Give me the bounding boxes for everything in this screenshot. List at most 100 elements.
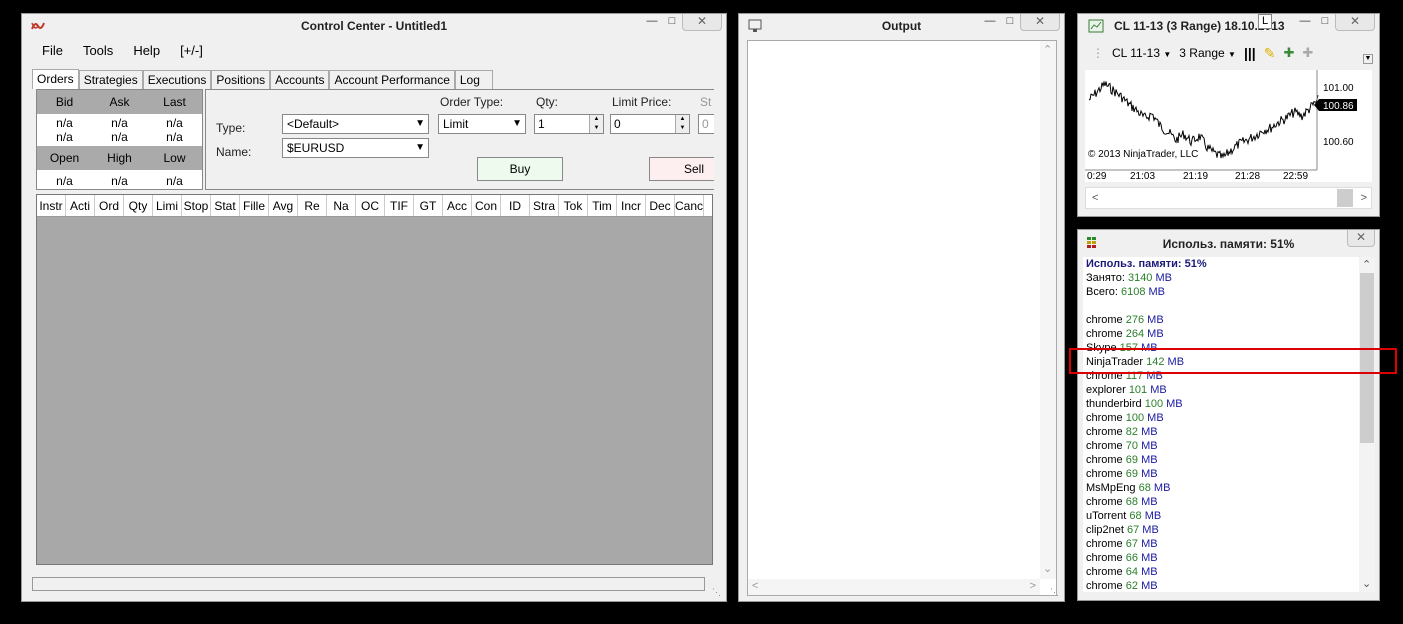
tab-positions[interactable]: Positions [211,70,271,89]
tab-executions[interactable]: Executions [142,70,212,89]
memory-titlebar[interactable]: Использ. памяти: 51% ✕ [1078,230,1379,254]
scroll-right-icon[interactable]: > [1361,192,1367,204]
tab-accounts[interactable]: Accounts [270,70,330,89]
scroll-down-icon[interactable]: ⌄ [1043,562,1052,575]
column-header[interactable]: GT [414,195,443,216]
type-select[interactable]: <Default> ▼ [282,114,429,134]
column-header[interactable]: ID [501,195,530,216]
vertical-scrollbar[interactable]: ⌃ ⌄ [1040,41,1056,579]
time-tick: 21:03 [1130,171,1155,182]
price-tick: 100.60 [1323,137,1354,148]
scroll-left-icon[interactable]: < [1092,192,1098,204]
orders-grid-header: Instr Acti Ord Qty Limi Stop Stat Fille Avg Re Na O… [37,195,712,217]
chart-horizontal-scrollbar[interactable]: < > [1085,187,1372,209]
vertical-scrollbar[interactable]: ⌃ ⌄ [1359,257,1375,592]
minimize-icon[interactable]: — [1295,14,1315,31]
orders-grid[interactable]: Instr Acti Ord Qty Limi Stop Stat Fille Avg Re Na O… [36,194,713,565]
instrument-selector[interactable]: CL 11-13 ▼ [1112,46,1171,60]
tab-log[interactable]: Log [454,70,493,89]
minimize-icon[interactable]: — [980,14,1000,31]
highlight-box [1069,348,1397,374]
copyright-text: © 2013 NinjaTrader, LLC [1088,149,1198,160]
unit: MB [1153,482,1171,494]
column-header[interactable]: Fille [240,195,269,216]
remove-indicator-icon[interactable]: ✚ [1302,45,1313,61]
scroll-right-icon[interactable]: > [1030,580,1036,592]
spin-arrows-icon[interactable]: ▲ ▼ [675,115,689,133]
process-memory: 64 [1125,566,1138,578]
column-header[interactable]: Dec [646,195,675,216]
close-icon[interactable]: ✕ [682,14,722,31]
output-text-area[interactable]: ⌃ ⌄ < > [747,40,1057,596]
name-select[interactable]: $EURUSD ▼ [282,138,429,158]
column-header[interactable]: Avg [269,195,298,216]
control-center-window: Control Center - Untitled1 — □ ✕ File To… [21,13,727,602]
output-titlebar[interactable]: Output — □ ✕ [739,14,1064,38]
tab-account-performance[interactable]: Account Performance [329,70,455,89]
unit: MB [1141,496,1158,508]
bar-style-icon[interactable]: ||| [1244,45,1256,61]
sell-button[interactable]: Sell [649,157,714,181]
menu-toggle[interactable]: [+/-] [170,43,213,59]
column-header[interactable]: Re [298,195,327,216]
scroll-left-icon[interactable]: < [752,580,758,592]
chart-titlebar[interactable]: CL 11-13 (3 Range) 18.10.2013 L — □ ✕ [1078,14,1379,38]
resize-grip-icon[interactable]: ⋱ [1050,587,1060,597]
tab-orders[interactable]: Orders [32,69,79,89]
column-header[interactable]: Na [327,195,356,216]
resize-grip-icon[interactable]: ⋱ [712,587,722,597]
ask-value: n/a [111,116,128,130]
memory-usage-window: Использ. памяти: 51% ✕ Использ. памяти: … [1077,229,1380,601]
column-header[interactable]: Incr [617,195,646,216]
close-icon[interactable]: ✕ [1335,14,1375,31]
column-header[interactable]: Acti [66,195,95,216]
column-header[interactable]: TIF [385,195,414,216]
column-header[interactable]: Tok [559,195,588,216]
add-indicator-icon[interactable]: ✚ [1283,45,1294,61]
scroll-up-icon[interactable]: ⌃ [1362,258,1371,271]
process-name: MsMpEng [1086,482,1136,494]
scroll-up-icon[interactable]: ⌃ [1043,43,1052,56]
buy-button[interactable]: Buy [477,157,563,181]
column-header[interactable]: Canc [675,195,704,216]
name-label: Name: [216,145,252,159]
column-header[interactable]: Con [472,195,501,216]
column-header[interactable]: Tim [588,195,617,216]
pencil-icon[interactable]: ✎ [1264,45,1276,62]
scrollbar-thumb[interactable] [1337,189,1353,207]
toolbar-overflow-icon[interactable]: ▼ [1363,54,1373,64]
column-header[interactable]: Stop [182,195,211,216]
column-header[interactable]: OC [356,195,385,216]
maximize-icon[interactable]: □ [1000,14,1020,31]
period-selector[interactable]: 3 Range ▼ [1179,46,1236,60]
total-value: 6108 [1120,286,1146,298]
column-header[interactable]: Instr [37,195,66,216]
limit-price-stepper[interactable]: 0 ▲ ▼ [610,114,690,134]
close-icon[interactable]: ✕ [1020,14,1060,31]
column-header[interactable]: Stra [530,195,559,216]
price-chart-area[interactable]: 101.00 100.86 100.60 © 2013 NinjaTrader,… [1085,70,1372,182]
tab-strategies[interactable]: Strategies [78,70,143,89]
column-header[interactable]: Stat [211,195,240,216]
order-type-select[interactable]: Limit ▼ [438,114,526,134]
menu-file[interactable]: File [32,43,73,59]
column-header[interactable]: Qty [124,195,153,216]
menu-tools[interactable]: Tools [73,43,123,59]
qty-stepper[interactable]: 1 ▲ ▼ [534,114,604,134]
maximize-icon[interactable]: □ [662,14,682,31]
close-icon[interactable]: ✕ [1347,230,1375,247]
high-header: High [107,151,132,165]
menu-help[interactable]: Help [123,43,170,59]
horizontal-scrollbar[interactable]: < > [748,579,1040,595]
minimize-icon[interactable]: — [642,14,662,31]
column-header[interactable]: Limi [153,195,182,216]
memory-list[interactable]: Использ. памяти: 51% Занято: 3140 MB Все… [1083,257,1375,592]
scroll-down-icon[interactable]: ⌄ [1362,577,1371,590]
column-header[interactable]: Acc [443,195,472,216]
control-center-titlebar[interactable]: Control Center - Untitled1 — □ ✕ [22,14,726,38]
stop-price-field[interactable]: 0 [698,114,714,134]
maximize-icon[interactable]: □ [1315,14,1335,31]
column-header[interactable]: Ord [95,195,124,216]
unit: MB [1141,566,1158,578]
spin-arrows-icon[interactable]: ▲ ▼ [589,115,603,133]
